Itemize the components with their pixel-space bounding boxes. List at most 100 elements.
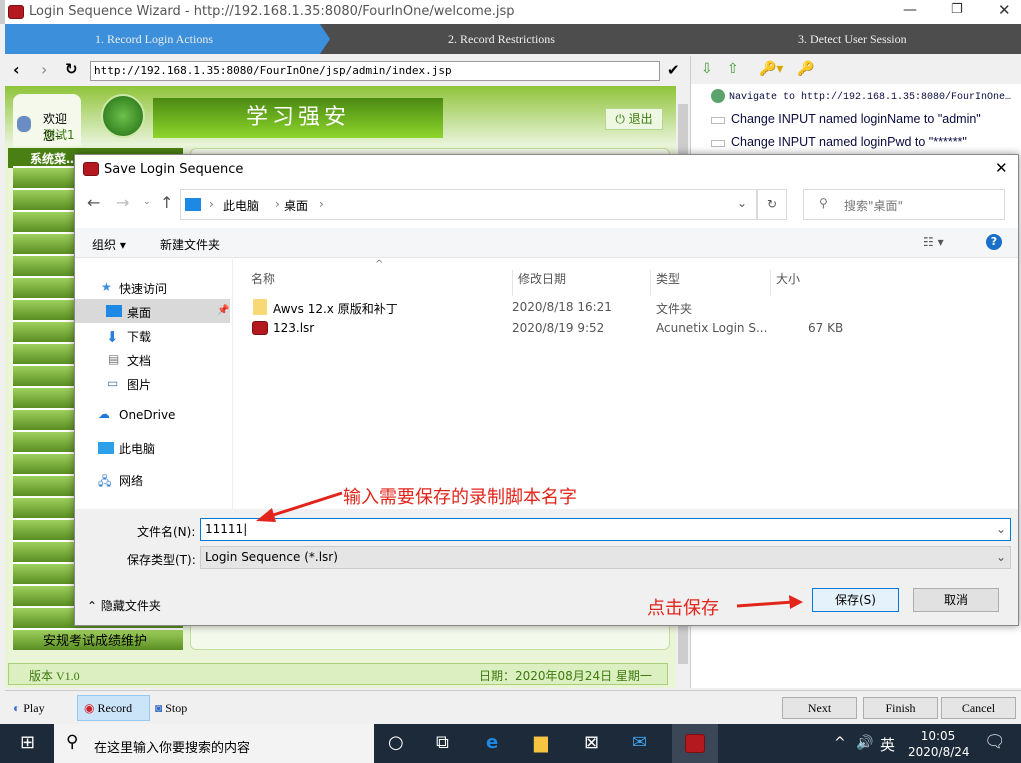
back-icon[interactable]: ‹	[13, 60, 20, 79]
globe-icon	[711, 89, 725, 103]
dialog-title: Save Login Sequence	[104, 162, 244, 177]
nav-pictures[interactable]: 图片	[127, 376, 151, 393]
cortana-icon[interactable]: ○	[388, 732, 404, 753]
step-3: 3. Detect User Session	[798, 32, 907, 46]
mail-icon[interactable]: ✉	[632, 732, 647, 753]
file-date: 2020/8/19 9:52	[512, 321, 605, 335]
cancel-wizard-button[interactable]: Cancel	[941, 697, 1016, 719]
minimize-button[interactable]: —	[903, 2, 917, 18]
forward-icon[interactable]: ›	[41, 60, 47, 79]
sort-ascending-icon: ^	[375, 259, 384, 270]
app-icon	[8, 5, 24, 19]
breadcrumb-pc[interactable]: 此电脑	[223, 197, 259, 214]
filename-label: 文件名(N):	[137, 525, 196, 539]
file-explorer-icon[interactable]: ▆	[534, 732, 548, 753]
refresh-icon[interactable]: ↻	[65, 60, 78, 78]
organize-button[interactable]: 组织 ▾	[92, 236, 126, 253]
file-type: Acunetix Login S...	[656, 321, 768, 335]
forward-icon[interactable]: →	[116, 193, 129, 212]
input-language[interactable]: 英	[880, 734, 895, 755]
file-size: 67 KB	[808, 321, 844, 335]
action-item[interactable]: Navigate to http://192.168.1.35:8080/Fou…	[729, 92, 1011, 103]
record-button[interactable]: ◉ Record	[77, 695, 150, 721]
action-item[interactable]: Change INPUT named loginName to "admin"	[731, 112, 981, 126]
column-size[interactable]: 大小	[770, 270, 800, 296]
nav-network[interactable]: 网络	[119, 472, 143, 489]
remove-key-icon[interactable]: 🔑	[797, 61, 814, 77]
hide-folders-button[interactable]: ⌃ 隐藏文件夹	[87, 597, 161, 614]
volume-icon[interactable]: 🔊	[856, 735, 873, 751]
taskbar-app-active[interactable]	[672, 724, 718, 763]
play-button[interactable]: ◐ Play	[13, 697, 71, 719]
nav-quick-access[interactable]: 快速访问	[119, 280, 167, 297]
recent-dropdown-icon[interactable]: ⌄	[143, 197, 151, 207]
search-icon: ⚲	[66, 732, 79, 752]
windows-start-icon[interactable]: ⊞	[20, 732, 35, 753]
finish-button[interactable]: Finish	[863, 697, 938, 719]
view-options-icon[interactable]: ☷ ▾	[923, 235, 944, 249]
file-type: 文件夹	[656, 302, 693, 316]
url-input[interactable]: http://192.168.1.35:8080/FourInOne/jsp/a…	[90, 61, 660, 81]
title-bar: Login Sequence Wizard - http://192.168.1…	[0, 0, 1021, 24]
column-name[interactable]: 名称	[251, 270, 275, 287]
task-view-icon[interactable]: ⧉	[436, 732, 449, 753]
lsr-file-icon	[252, 321, 268, 335]
column-type[interactable]: 类型	[650, 270, 680, 296]
nav-selected-bg	[75, 299, 230, 323]
pc-icon	[185, 198, 201, 211]
logout-label: 退出	[628, 112, 653, 126]
taskbar-search[interactable]: ⚲ 在这里输入你要搜索的内容	[54, 724, 374, 763]
nav-downloads[interactable]: 下载	[127, 328, 151, 345]
dialog-close-button[interactable]: ✕	[995, 159, 1008, 177]
up-icon[interactable]: ↑	[160, 193, 173, 212]
close-button[interactable]: ✕	[998, 1, 1011, 19]
action-item[interactable]: Change INPUT named loginPwd to "******"	[731, 135, 967, 149]
edge-icon[interactable]: e	[486, 732, 498, 753]
dialog-footer: 文件名(N): 11111| ⌄ 保存类型(T): Login Sequence …	[75, 509, 1018, 625]
move-down-icon[interactable]: ⇩	[701, 61, 713, 77]
save-button[interactable]: 保存(S)	[812, 588, 899, 612]
user-box: 欢迎您– 测试1	[13, 94, 81, 146]
site-logo	[101, 94, 145, 138]
date-text: 日期：2020年08月24日 星期一	[479, 669, 652, 683]
clock-date: 2020/8/24	[908, 745, 970, 759]
picture-icon: ▭	[107, 376, 119, 390]
pin-icon: 📌	[217, 305, 230, 316]
document-icon: ▤	[108, 352, 120, 366]
help-icon[interactable]: ?	[986, 234, 1002, 250]
store-icon[interactable]: ⊠	[584, 732, 599, 753]
filetype-select[interactable]: Login Sequence (*.lsr) ⌄	[200, 546, 1011, 569]
add-key-icon[interactable]: 🔑▾	[759, 61, 783, 77]
next-button[interactable]: Next	[782, 697, 857, 719]
file-name[interactable]: 123.lsr	[273, 321, 314, 335]
back-icon[interactable]: ←	[87, 193, 100, 212]
navigation-pane: ★ 快速访问 桌面 ⬇ 下载 ▤ 文档 ▭ 图片 📌 ☁ OneDrive 此电…	[75, 259, 233, 509]
nav-onedrive[interactable]: OneDrive	[119, 408, 175, 422]
address-bar[interactable]: › 此电脑 › 桌面 › ⌄	[180, 189, 757, 220]
taskbar: ⊞ ⚲ 在这里输入你要搜索的内容 ○ ⧉ e ▆ ⊠ ✉ ^ 🔊 英 10:05…	[0, 724, 1021, 763]
maximize-button[interactable]: ❐	[951, 2, 963, 17]
nav-this-pc[interactable]: 此电脑	[119, 440, 155, 457]
stop-label: Stop	[165, 701, 188, 715]
new-folder-button[interactable]: 新建文件夹	[160, 236, 220, 253]
tray-chevron-icon[interactable]: ^	[834, 735, 846, 751]
cancel-button[interactable]: 取消	[913, 588, 999, 612]
clock[interactable]: 10:05 2020/8/24	[908, 728, 970, 760]
logout-button[interactable]: ⏻ 退出	[605, 108, 663, 130]
nav-documents[interactable]: 文档	[127, 352, 151, 369]
column-date[interactable]: 修改日期	[512, 270, 566, 296]
nav-desktop[interactable]: 桌面	[127, 304, 151, 321]
stop-button[interactable]: ◙ Stop	[155, 697, 213, 719]
search-input[interactable]: 搜索"桌面"	[803, 189, 1005, 220]
breadcrumb-desktop[interactable]: 桌面	[284, 197, 308, 214]
hide-folders-label: 隐藏文件夹	[100, 599, 161, 613]
onedrive-icon: ☁	[98, 407, 110, 421]
move-up-icon[interactable]: ⇧	[727, 61, 739, 77]
refresh-icon[interactable]: ↻	[757, 189, 787, 220]
notification-icon[interactable]: 🗨	[984, 732, 1006, 752]
file-name[interactable]: Awvs 12.x 原版和补丁	[273, 300, 398, 317]
go-check-icon[interactable]: ✔	[667, 61, 680, 79]
address-dropdown-icon[interactable]: ⌄	[737, 196, 747, 210]
annotation-arrow	[256, 491, 343, 522]
menu-item-exam-scores[interactable]: 安规考试成绩维护	[13, 628, 183, 650]
